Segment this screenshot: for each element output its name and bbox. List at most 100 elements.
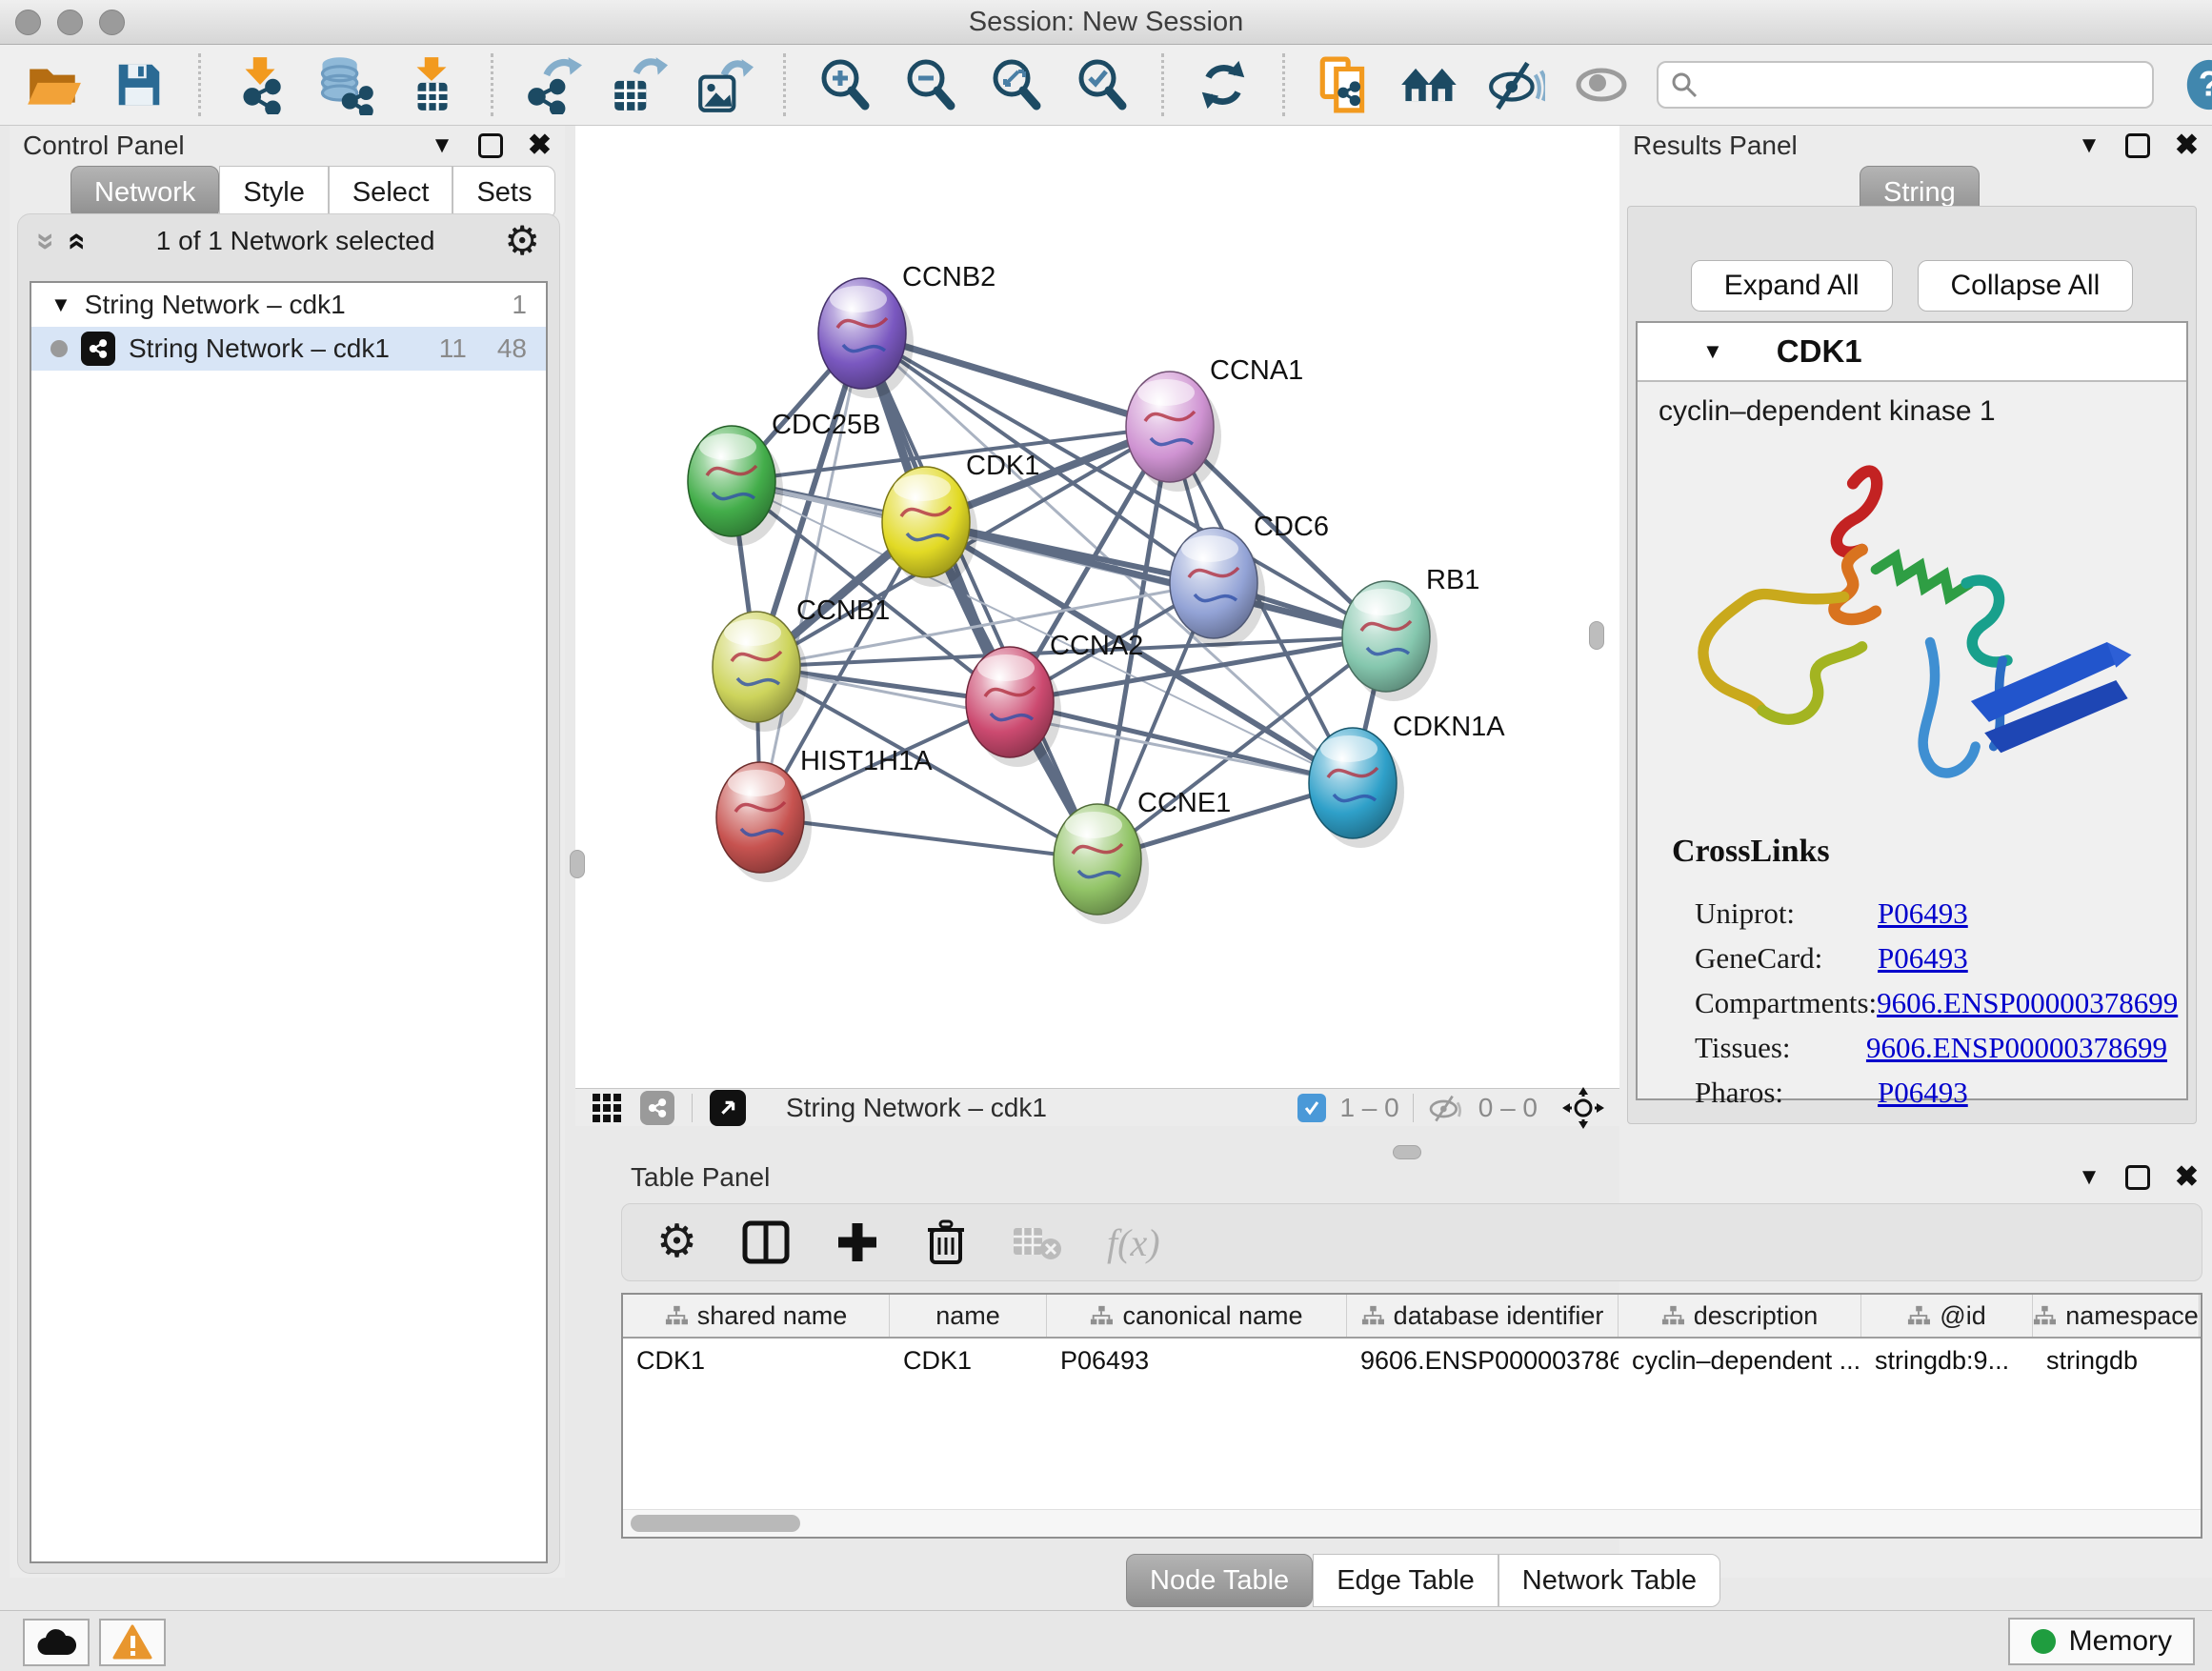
network-edge-CCNB2-CCNE1[interactable] [862, 333, 1097, 859]
help-button[interactable]: ? [2179, 54, 2212, 115]
table-cell: cyclin–dependent ... [1619, 1346, 1861, 1376]
crosslink-link[interactable]: P06493 [1878, 941, 1968, 976]
maximize-window-button[interactable] [99, 10, 125, 35]
memory-button[interactable]: Memory [2008, 1618, 2195, 1665]
column-header-canonical-name[interactable]: canonical name [1047, 1295, 1347, 1337]
open-session-button[interactable] [23, 54, 84, 115]
grid-view-icon[interactable] [591, 1092, 623, 1124]
collapse-all-button[interactable]: Collapse All [1918, 260, 2134, 312]
zoom-fit-icon [988, 56, 1045, 113]
zoom-in-button[interactable] [814, 54, 875, 115]
close-window-button[interactable] [15, 10, 41, 35]
panel-float-icon[interactable] [2125, 1165, 2150, 1190]
right-splitter-handle[interactable] [1589, 621, 1604, 650]
expand-all-networks-icon[interactable]: « [59, 232, 96, 251]
table-panel-title: Table Panel [631, 1162, 770, 1193]
column-header-@id[interactable]: @id [1861, 1295, 2033, 1337]
save-session-button[interactable] [109, 54, 170, 115]
tab-node-table[interactable]: Node Table [1126, 1554, 1313, 1607]
network-node-label-CCNB1: CCNB1 [796, 595, 890, 626]
crosslink-link[interactable]: 9606.ENSP00000378699 [1877, 986, 2178, 1020]
show-columns-icon[interactable] [741, 1218, 791, 1267]
network-view-panel: CCNB2CCNA1CDC25BCDK1CDC6RB1CCNB1CCNA2CDK… [575, 126, 1619, 1126]
scrollbar-thumb[interactable] [631, 1515, 800, 1532]
refresh-button[interactable] [1193, 54, 1254, 115]
table-cell: stringdb [2033, 1346, 2200, 1376]
hide-selected-button[interactable] [1485, 54, 1546, 115]
zoom-selected-button[interactable] [1072, 54, 1133, 115]
show-all-button[interactable] [1571, 54, 1632, 115]
network-icon [81, 332, 115, 366]
export-image-button[interactable] [694, 54, 754, 115]
left-splitter-handle[interactable] [570, 850, 585, 878]
export-table-button[interactable] [608, 54, 669, 115]
tab-select[interactable]: Select [329, 166, 453, 219]
export-image-icon [694, 55, 754, 114]
panel-close-icon[interactable]: ✖ [528, 131, 552, 160]
network-node-label-CDC6: CDC6 [1254, 512, 1329, 542]
column-header-name[interactable]: name [890, 1295, 1047, 1337]
import-network-button[interactable] [230, 54, 291, 115]
network-collection-row[interactable]: ▼ String Network – cdk1 1 [31, 283, 546, 327]
gene-section-header[interactable]: ▼ CDK1 [1638, 323, 2186, 382]
crosslink-label: Compartments: [1695, 986, 1877, 1020]
center-view-crosshair-icon[interactable] [1562, 1087, 1604, 1129]
table-row[interactable]: CDK1CDK1P064939606.ENSP00000378699cyclin… [623, 1339, 2201, 1382]
panel-close-icon[interactable]: ✖ [2175, 131, 2199, 160]
copy-network-button[interactable] [1314, 54, 1375, 115]
save-floppy-icon [111, 57, 167, 112]
network-title: String Network – cdk1 [786, 1093, 1047, 1123]
import-table-button[interactable] [401, 54, 462, 115]
export-network-button[interactable] [522, 54, 583, 115]
home-button[interactable] [1399, 54, 1460, 115]
zoom-out-button[interactable] [900, 54, 961, 115]
column-header-database-identifier[interactable]: database identifier [1347, 1295, 1619, 1337]
network-edge-CCNA2-CDKN1A[interactable] [1010, 702, 1353, 783]
panel-menu-icon[interactable]: ▼ [2078, 1164, 2101, 1191]
column-header-shared-name[interactable]: shared name [623, 1295, 890, 1337]
network-node-label-CDKN1A: CDKN1A [1393, 712, 1505, 742]
add-column-icon[interactable] [835, 1219, 880, 1265]
birds-eye-view-icon[interactable] [710, 1090, 746, 1126]
column-header-description[interactable]: description [1619, 1295, 1861, 1337]
table-cell: 9606.ENSP00000378699 [1347, 1346, 1619, 1376]
tab-edge-table[interactable]: Edge Table [1313, 1554, 1498, 1607]
network-canvas[interactable]: CCNB2CCNA1CDC25BCDK1CDC6RB1CCNB1CCNA2CDK… [575, 126, 1619, 1088]
panel-menu-icon[interactable]: ▼ [431, 132, 453, 159]
network-options-gear-icon[interactable]: ⚙ [504, 221, 540, 261]
delete-column-trash-icon[interactable] [924, 1218, 968, 1266]
network-row[interactable]: String Network – cdk1 11 48 [31, 327, 546, 371]
panel-menu-icon[interactable]: ▼ [2078, 132, 2101, 159]
panel-float-icon[interactable] [478, 133, 503, 158]
table-settings-gear-icon[interactable]: ⚙ [656, 1219, 697, 1265]
tab-style[interactable]: Style [219, 166, 328, 219]
panel-float-icon[interactable] [2125, 133, 2150, 158]
tab-network[interactable]: Network [70, 166, 219, 219]
search-input[interactable] [1708, 70, 2141, 101]
svg-text:?: ? [2199, 65, 2212, 104]
network-tab-content: » « 1 of 1 Network selected ⚙ ▼ String N… [17, 213, 560, 1574]
results-panel-header: Results Panel ▼ ✖ [1619, 126, 2212, 166]
network-node-label-RB1: RB1 [1426, 565, 1479, 595]
expand-all-button[interactable]: Expand All [1691, 260, 1893, 312]
collapse-triangle-icon[interactable]: ▼ [1702, 339, 1723, 364]
collapse-triangle-icon[interactable]: ▼ [50, 292, 71, 317]
cloud-button[interactable] [23, 1619, 90, 1666]
column-header-namespace[interactable]: namespace [2033, 1295, 2200, 1337]
panel-close-icon[interactable]: ✖ [2175, 1163, 2199, 1192]
network-row-label: String Network – cdk1 [129, 333, 390, 364]
minimize-window-button[interactable] [57, 10, 83, 35]
crosslink-link[interactable]: P06493 [1878, 1076, 1968, 1110]
bottom-splitter-handle[interactable] [1393, 1145, 1421, 1159]
tab-network-table[interactable]: Network Table [1498, 1554, 1720, 1607]
crosslink-link[interactable]: 9606.ENSP00000378699 [1866, 1031, 2167, 1065]
import-from-database-button[interactable] [315, 54, 376, 115]
crosslink-link[interactable]: P06493 [1878, 896, 1968, 931]
warnings-button[interactable] [99, 1619, 166, 1666]
tab-sets[interactable]: Sets [452, 166, 555, 219]
network-edge-CCNB2-HIST1H1A[interactable] [760, 333, 862, 817]
zoom-fit-button[interactable] [986, 54, 1047, 115]
network-view-icon[interactable] [640, 1091, 674, 1125]
edge-count: 48 [497, 333, 527, 364]
selected-checkbox-icon[interactable] [1297, 1094, 1326, 1122]
